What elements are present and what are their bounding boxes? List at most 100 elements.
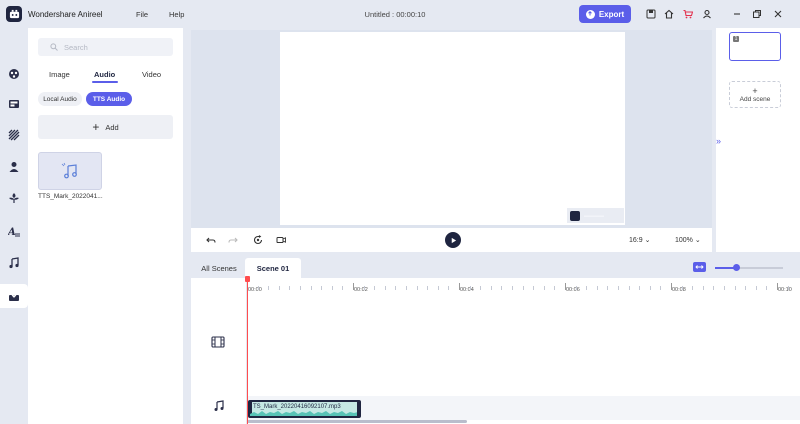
aspect-ratio-value: 16:9 <box>629 237 643 244</box>
restore-icon[interactable] <box>751 8 763 20</box>
ruler-tick <box>745 286 746 290</box>
video-track[interactable] <box>247 298 800 394</box>
text-icon[interactable]: A <box>0 220 28 244</box>
play-icon <box>451 237 456 243</box>
app-name: Wondershare Anireel <box>28 10 103 19</box>
minimize-icon[interactable] <box>731 8 743 20</box>
playhead-handle[interactable] <box>245 276 250 282</box>
search-placeholder: Search <box>64 42 88 52</box>
ruler-tick <box>777 283 778 290</box>
ruler-tick <box>406 286 407 290</box>
close-icon[interactable] <box>772 8 784 20</box>
timeline-scrollbar[interactable] <box>247 420 467 423</box>
tab-all-scenes[interactable]: All Scenes <box>195 258 243 278</box>
active-tab-indicator <box>92 81 118 83</box>
replay-icon[interactable] <box>252 234 264 246</box>
ruler-tick <box>470 286 471 290</box>
watermark-logo-icon <box>570 210 580 221</box>
cart-icon[interactable] <box>682 8 694 20</box>
ruler-tick <box>353 283 354 290</box>
search-icon <box>50 43 58 51</box>
music-note-icon <box>61 162 77 179</box>
tab-image[interactable]: Image <box>49 70 70 79</box>
playhead[interactable] <box>247 277 248 424</box>
fit-timeline-button[interactable] <box>693 262 706 272</box>
timeline-ruler[interactable]: 00:00 00:02 00:04 00:06 00:08 00:10 <box>247 278 800 296</box>
scene-icon[interactable] <box>0 92 28 116</box>
ruler-label: 00:06 <box>566 287 580 293</box>
local-audio-chip[interactable]: Local Audio <box>38 92 82 106</box>
ruler-tick <box>311 286 312 290</box>
add-scene-label: Add scene <box>739 95 771 103</box>
ruler-tick <box>788 286 789 290</box>
tab-video[interactable]: Video <box>142 70 161 79</box>
zoom-select[interactable]: 100% ⌄ <box>675 236 701 244</box>
ruler-tick <box>417 286 418 290</box>
chevron-down-icon: ⌄ <box>694 237 701 244</box>
tab-audio[interactable]: Audio <box>94 70 115 79</box>
preview-controls: 16:9 ⌄ 100% ⌄ <box>191 228 712 252</box>
aspect-ratio-select[interactable]: 16:9 ⌄ <box>629 236 650 244</box>
scene-panel: 1 + Add scene <box>716 28 800 252</box>
character-icon[interactable] <box>0 62 28 86</box>
record-icon[interactable] <box>275 234 287 246</box>
ruler-tick <box>735 286 736 290</box>
tab-scene-01[interactable]: Scene 01 <box>245 258 301 278</box>
ruler-tick <box>385 286 386 290</box>
video-track-icon <box>211 336 225 348</box>
export-icon <box>585 9 595 19</box>
ruler-tick <box>501 286 502 290</box>
tts-audio-chip[interactable]: TTS Audio <box>86 92 132 106</box>
ruler-tick <box>268 286 269 290</box>
account-icon[interactable] <box>701 8 713 20</box>
media-panel: Search Image Audio Video Local Audio TTS… <box>28 28 183 424</box>
audio-clip[interactable]: TS_Mark_20220416092107.mp3 <box>248 400 361 418</box>
clip-trim-handle-right[interactable] <box>357 402 359 416</box>
plus-icon: + <box>752 85 758 96</box>
menu-file[interactable]: File <box>136 10 148 19</box>
person-icon[interactable] <box>0 155 28 179</box>
ruler-tick <box>448 286 449 290</box>
import-icon[interactable] <box>0 284 28 308</box>
timeline-tabs: All Scenes Scene 01 <box>191 258 800 278</box>
music-icon[interactable] <box>0 251 28 275</box>
search-input[interactable]: Search <box>38 38 173 56</box>
svg-text:A: A <box>8 227 16 238</box>
title-bar: Wondershare Anireel File Help Untitled :… <box>0 0 800 28</box>
document-title: Untitled : 00:00:10 <box>364 10 426 19</box>
play-button[interactable] <box>445 232 461 248</box>
menu-help[interactable]: Help <box>169 10 184 19</box>
add-scene-button[interactable]: + Add scene <box>729 81 781 108</box>
ruler-tick <box>364 286 365 290</box>
prop-icon[interactable] <box>0 186 28 210</box>
ruler-tick <box>713 286 714 290</box>
timeline-zoom-slider[interactable] <box>715 267 783 269</box>
ruler-tick <box>332 286 333 290</box>
redo-icon[interactable] <box>227 234 239 246</box>
media-item-thumbnail[interactable] <box>38 152 102 190</box>
add-button[interactable]: + Add <box>38 115 173 139</box>
export-button[interactable]: Export <box>579 5 631 23</box>
save-icon[interactable] <box>645 8 657 20</box>
export-label: Export <box>598 9 625 19</box>
media-item-label: TTS_Mark_2022041... <box>38 193 103 200</box>
scene-thumbnail[interactable]: 1 <box>729 32 781 61</box>
undo-icon[interactable] <box>205 234 217 246</box>
ruler-tick <box>724 286 725 290</box>
preview-canvas[interactable]: ▬▬▬▬ <box>280 32 625 225</box>
collapse-panel-icon[interactable]: » <box>716 136 721 146</box>
ruler-tick <box>374 286 375 290</box>
waveform-icon <box>250 411 359 416</box>
ruler-tick <box>289 286 290 290</box>
ruler-tick <box>766 286 767 290</box>
ruler-tick <box>512 286 513 290</box>
ruler-tick <box>480 286 481 290</box>
home-icon[interactable] <box>663 8 675 20</box>
audio-track[interactable]: TS_Mark_20220416092107.mp3 <box>247 396 800 420</box>
background-icon[interactable] <box>0 123 28 147</box>
timeline: All Scenes Scene 01 00:00 00:02 00:04 00… <box>191 258 800 424</box>
ruler-tick <box>395 286 396 290</box>
chevron-down-icon: ⌄ <box>644 237 651 244</box>
timeline-zoom-handle[interactable] <box>733 264 741 271</box>
ruler-tick <box>576 286 577 290</box>
